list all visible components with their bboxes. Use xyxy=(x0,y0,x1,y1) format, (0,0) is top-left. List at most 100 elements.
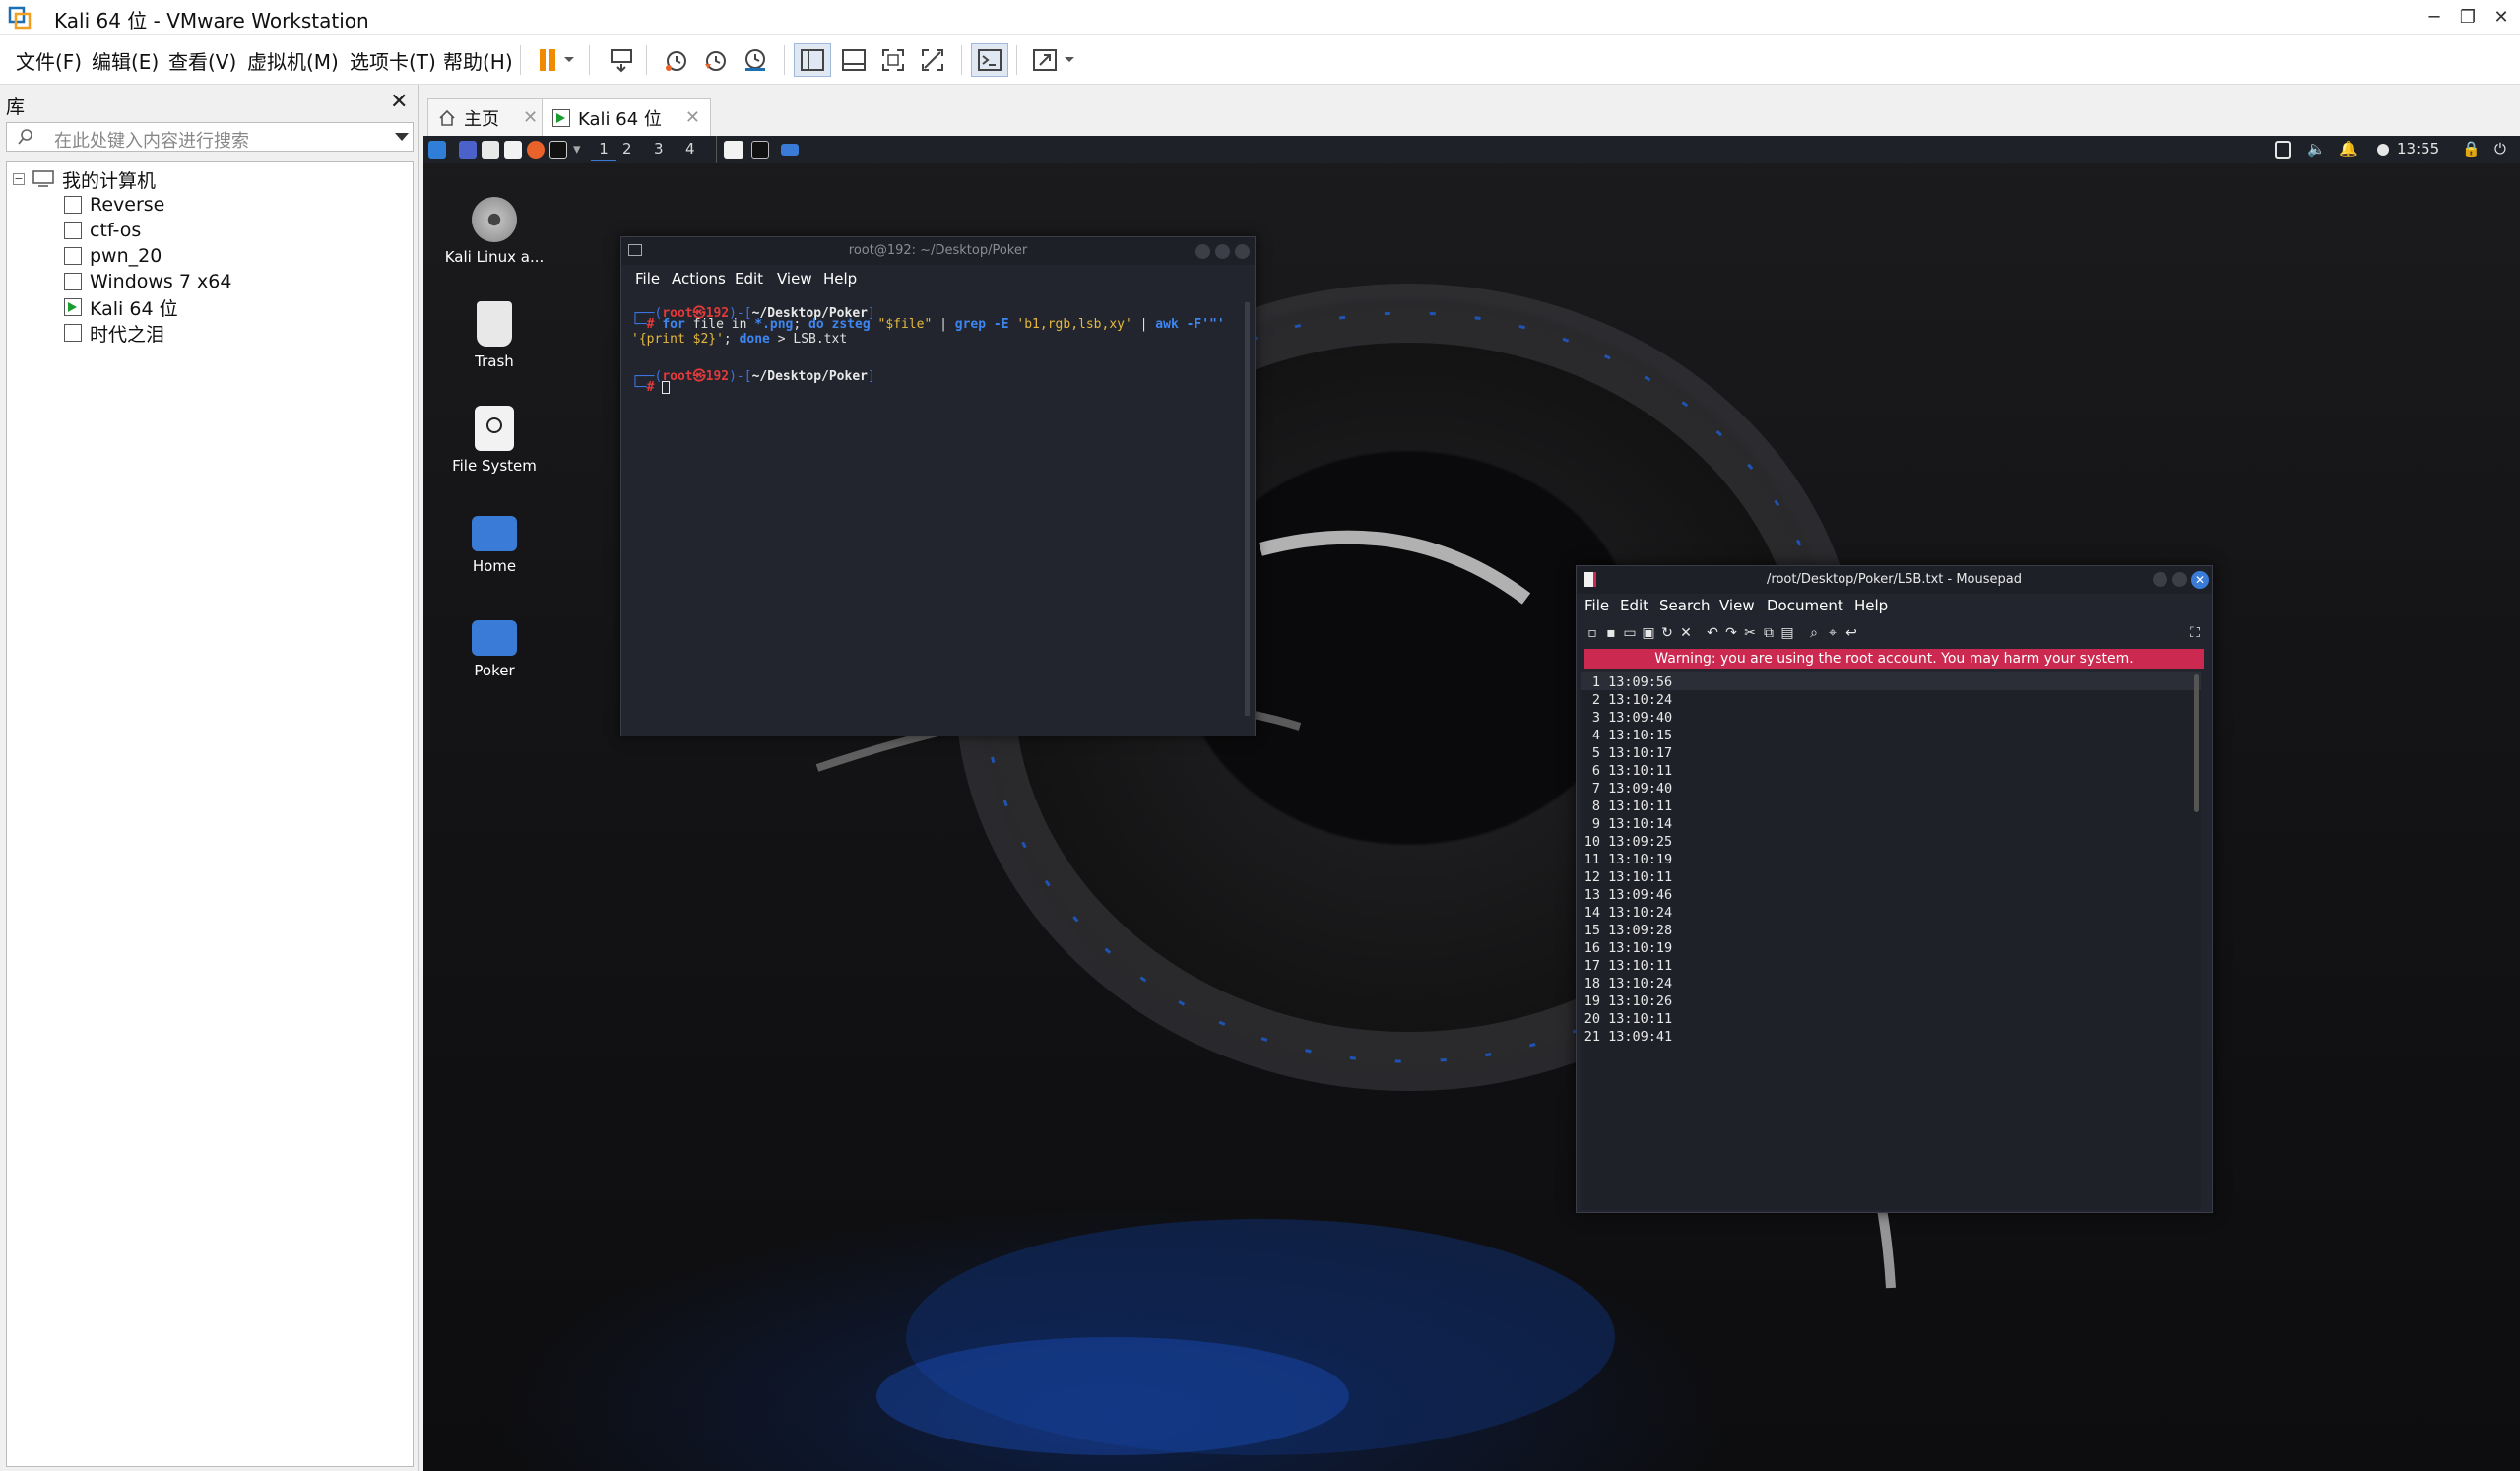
terminal-icon[interactable] xyxy=(549,141,567,159)
mousepad-menu-search[interactable]: Search xyxy=(1659,597,1711,614)
tree-item-pwn-20[interactable]: pwn_20 xyxy=(64,243,162,269)
pause-dropdown-button[interactable] xyxy=(559,43,579,77)
library-search-input[interactable]: 在此处键入内容进行搜索 xyxy=(6,122,414,152)
workspace-3[interactable]: 3 xyxy=(654,140,664,158)
desktop-icon-trash[interactable]: Trash xyxy=(440,301,549,370)
new-window-icon[interactable]: ▪ xyxy=(1603,625,1619,641)
editor-scrollbar[interactable] xyxy=(2194,674,2199,812)
menu-vm[interactable]: 虚拟机(M) xyxy=(247,46,339,75)
panel-clock[interactable]: 13:55 xyxy=(2397,140,2439,158)
desktop-icon-kali-disc[interactable]: Kali Linux a... xyxy=(440,197,549,266)
terminal-current-line[interactable]: └─# xyxy=(631,380,671,395)
firefox-icon[interactable] xyxy=(527,141,545,159)
tree-item-ctf-os[interactable]: ctf-os xyxy=(64,218,141,243)
desktop-icon-home[interactable]: Home xyxy=(440,510,549,575)
thumbnail-bar-button[interactable] xyxy=(835,43,872,77)
volume-icon[interactable]: 🔈 xyxy=(2307,140,2326,158)
lock-icon[interactable]: 🔒 xyxy=(2462,140,2481,158)
copy-icon[interactable]: ⧉ xyxy=(1761,625,1777,641)
undo-icon[interactable]: ↶ xyxy=(1705,625,1720,641)
tree-root-my-computer[interactable]: − 我的计算机 xyxy=(13,166,156,192)
snapshot-button[interactable] xyxy=(658,43,695,77)
minimize-button[interactable] xyxy=(2153,572,2167,587)
workspace-2[interactable]: 2 xyxy=(622,140,632,158)
console-view-button[interactable] xyxy=(971,43,1008,77)
desktop-icon-file-system[interactable]: File System xyxy=(440,406,549,475)
workspace-1[interactable]: 1 xyxy=(591,140,616,161)
close-button[interactable] xyxy=(1235,244,1250,259)
menu-edit[interactable]: 编辑(E) xyxy=(92,46,159,75)
close-button[interactable]: ✕ xyxy=(2191,571,2209,589)
menu-help[interactable]: 帮助(H) xyxy=(443,46,513,75)
vm-display[interactable]: ▾ 1 2 3 4 🔈 🔔 13:55 🔒 ⏻ Kali Linux a... … xyxy=(423,136,2520,1471)
tree-item-shidai[interactable]: 时代之泪 xyxy=(64,320,164,346)
go-to-line-icon[interactable]: ↩ xyxy=(1843,625,1859,641)
text-editor-icon[interactable] xyxy=(504,141,522,159)
collapse-icon[interactable]: − xyxy=(13,173,25,185)
terminal-menu-edit[interactable]: Edit xyxy=(735,270,763,288)
kali-menu-icon[interactable] xyxy=(428,141,446,159)
reload-icon[interactable]: ↻ xyxy=(1659,625,1675,641)
tab-kali[interactable]: Kali 64 位 ✕ xyxy=(542,98,711,136)
new-document-icon[interactable]: ▫ xyxy=(1584,625,1600,641)
taskbar-mousepad-icon[interactable] xyxy=(724,141,743,159)
save-icon[interactable]: ▣ xyxy=(1641,625,1656,641)
menu-file[interactable]: 文件(F) xyxy=(16,46,82,75)
maximize-button[interactable] xyxy=(1215,244,1230,259)
file-manager-icon[interactable] xyxy=(482,141,499,159)
library-close-button[interactable]: ✕ xyxy=(390,90,408,114)
close-window-button[interactable]: ✕ xyxy=(2482,2,2520,33)
taskbar-terminal-icon[interactable] xyxy=(751,141,769,159)
library-view-button[interactable] xyxy=(794,43,831,77)
mousepad-menu-file[interactable]: File xyxy=(1584,597,1609,614)
mousepad-menu-edit[interactable]: Edit xyxy=(1620,597,1648,614)
notification-bell-icon[interactable]: 🔔 xyxy=(2339,140,2358,158)
text-editor[interactable]: 1 13:09:56 2 13:10:24 3 13:09:40 4 13:10:15… xyxy=(1581,672,2201,1210)
chevron-down-icon[interactable] xyxy=(395,133,409,142)
minimize-button[interactable] xyxy=(1195,244,1210,259)
terminal-menu-view[interactable]: View xyxy=(777,270,812,288)
terminal-window[interactable]: root@192: ~/Desktop/Poker File Actions E… xyxy=(620,236,1256,736)
display-icon[interactable] xyxy=(2275,141,2291,159)
terminal-scrollbar[interactable] xyxy=(1245,302,1250,716)
mousepad-menu-document[interactable]: Document xyxy=(1767,597,1843,614)
paste-icon[interactable]: ▤ xyxy=(1779,625,1795,641)
stretch-button[interactable] xyxy=(1026,43,1064,77)
maximize-button[interactable] xyxy=(2172,572,2187,587)
terminal-menu-file[interactable]: File xyxy=(635,270,660,288)
revert-snapshot-button[interactable] xyxy=(697,43,735,77)
tab-close-icon[interactable]: ✕ xyxy=(523,107,538,128)
tree-item-reverse[interactable]: Reverse xyxy=(64,192,164,218)
find-icon[interactable]: ⌕ xyxy=(1806,625,1822,641)
desktop-icon-poker[interactable]: Poker xyxy=(440,614,549,679)
unity-button[interactable] xyxy=(914,43,951,77)
find-replace-icon[interactable]: ⌖ xyxy=(1825,625,1841,641)
fullscreen-icon[interactable]: ⛶ xyxy=(2187,625,2203,641)
chevron-down-icon[interactable]: ▾ xyxy=(573,140,581,158)
terminal-titlebar[interactable]: root@192: ~/Desktop/Poker xyxy=(621,237,1255,265)
tree-item-kali[interactable]: Kali 64 位 xyxy=(64,294,178,320)
taskbar-folder-icon[interactable] xyxy=(781,144,799,156)
show-desktop-icon[interactable] xyxy=(459,141,477,159)
tab-close-icon[interactable]: ✕ xyxy=(685,107,700,128)
tree-item-windows-7[interactable]: Windows 7 x64 xyxy=(64,269,231,294)
mousepad-window[interactable]: /root/Desktop/Poker/LSB.txt - Mousepad ✕… xyxy=(1576,565,2213,1213)
mousepad-menu-view[interactable]: View xyxy=(1719,597,1755,614)
menu-tabs[interactable]: 选项卡(T) xyxy=(350,46,436,75)
terminal-menu-actions[interactable]: Actions xyxy=(672,270,726,288)
stretch-dropdown-button[interactable] xyxy=(1060,43,1079,77)
close-document-icon[interactable]: ✕ xyxy=(1678,625,1694,641)
mousepad-titlebar[interactable]: /root/Desktop/Poker/LSB.txt - Mousepad ✕ xyxy=(1577,566,2212,594)
send-keys-button[interactable] xyxy=(603,43,640,77)
terminal-menu-help[interactable]: Help xyxy=(823,270,857,288)
open-icon[interactable]: ▭ xyxy=(1622,625,1638,641)
snapshot-manager-button[interactable] xyxy=(737,43,774,77)
workspace-4[interactable]: 4 xyxy=(685,140,695,158)
full-screen-button[interactable] xyxy=(874,43,912,77)
cut-icon[interactable]: ✂ xyxy=(1742,625,1758,641)
tab-home[interactable]: 主页 ✕ xyxy=(427,98,549,136)
redo-icon[interactable]: ↷ xyxy=(1723,625,1739,641)
mousepad-menu-help[interactable]: Help xyxy=(1854,597,1888,614)
logout-icon[interactable]: ⏻ xyxy=(2494,140,2506,158)
menu-view[interactable]: 查看(V) xyxy=(168,46,236,75)
